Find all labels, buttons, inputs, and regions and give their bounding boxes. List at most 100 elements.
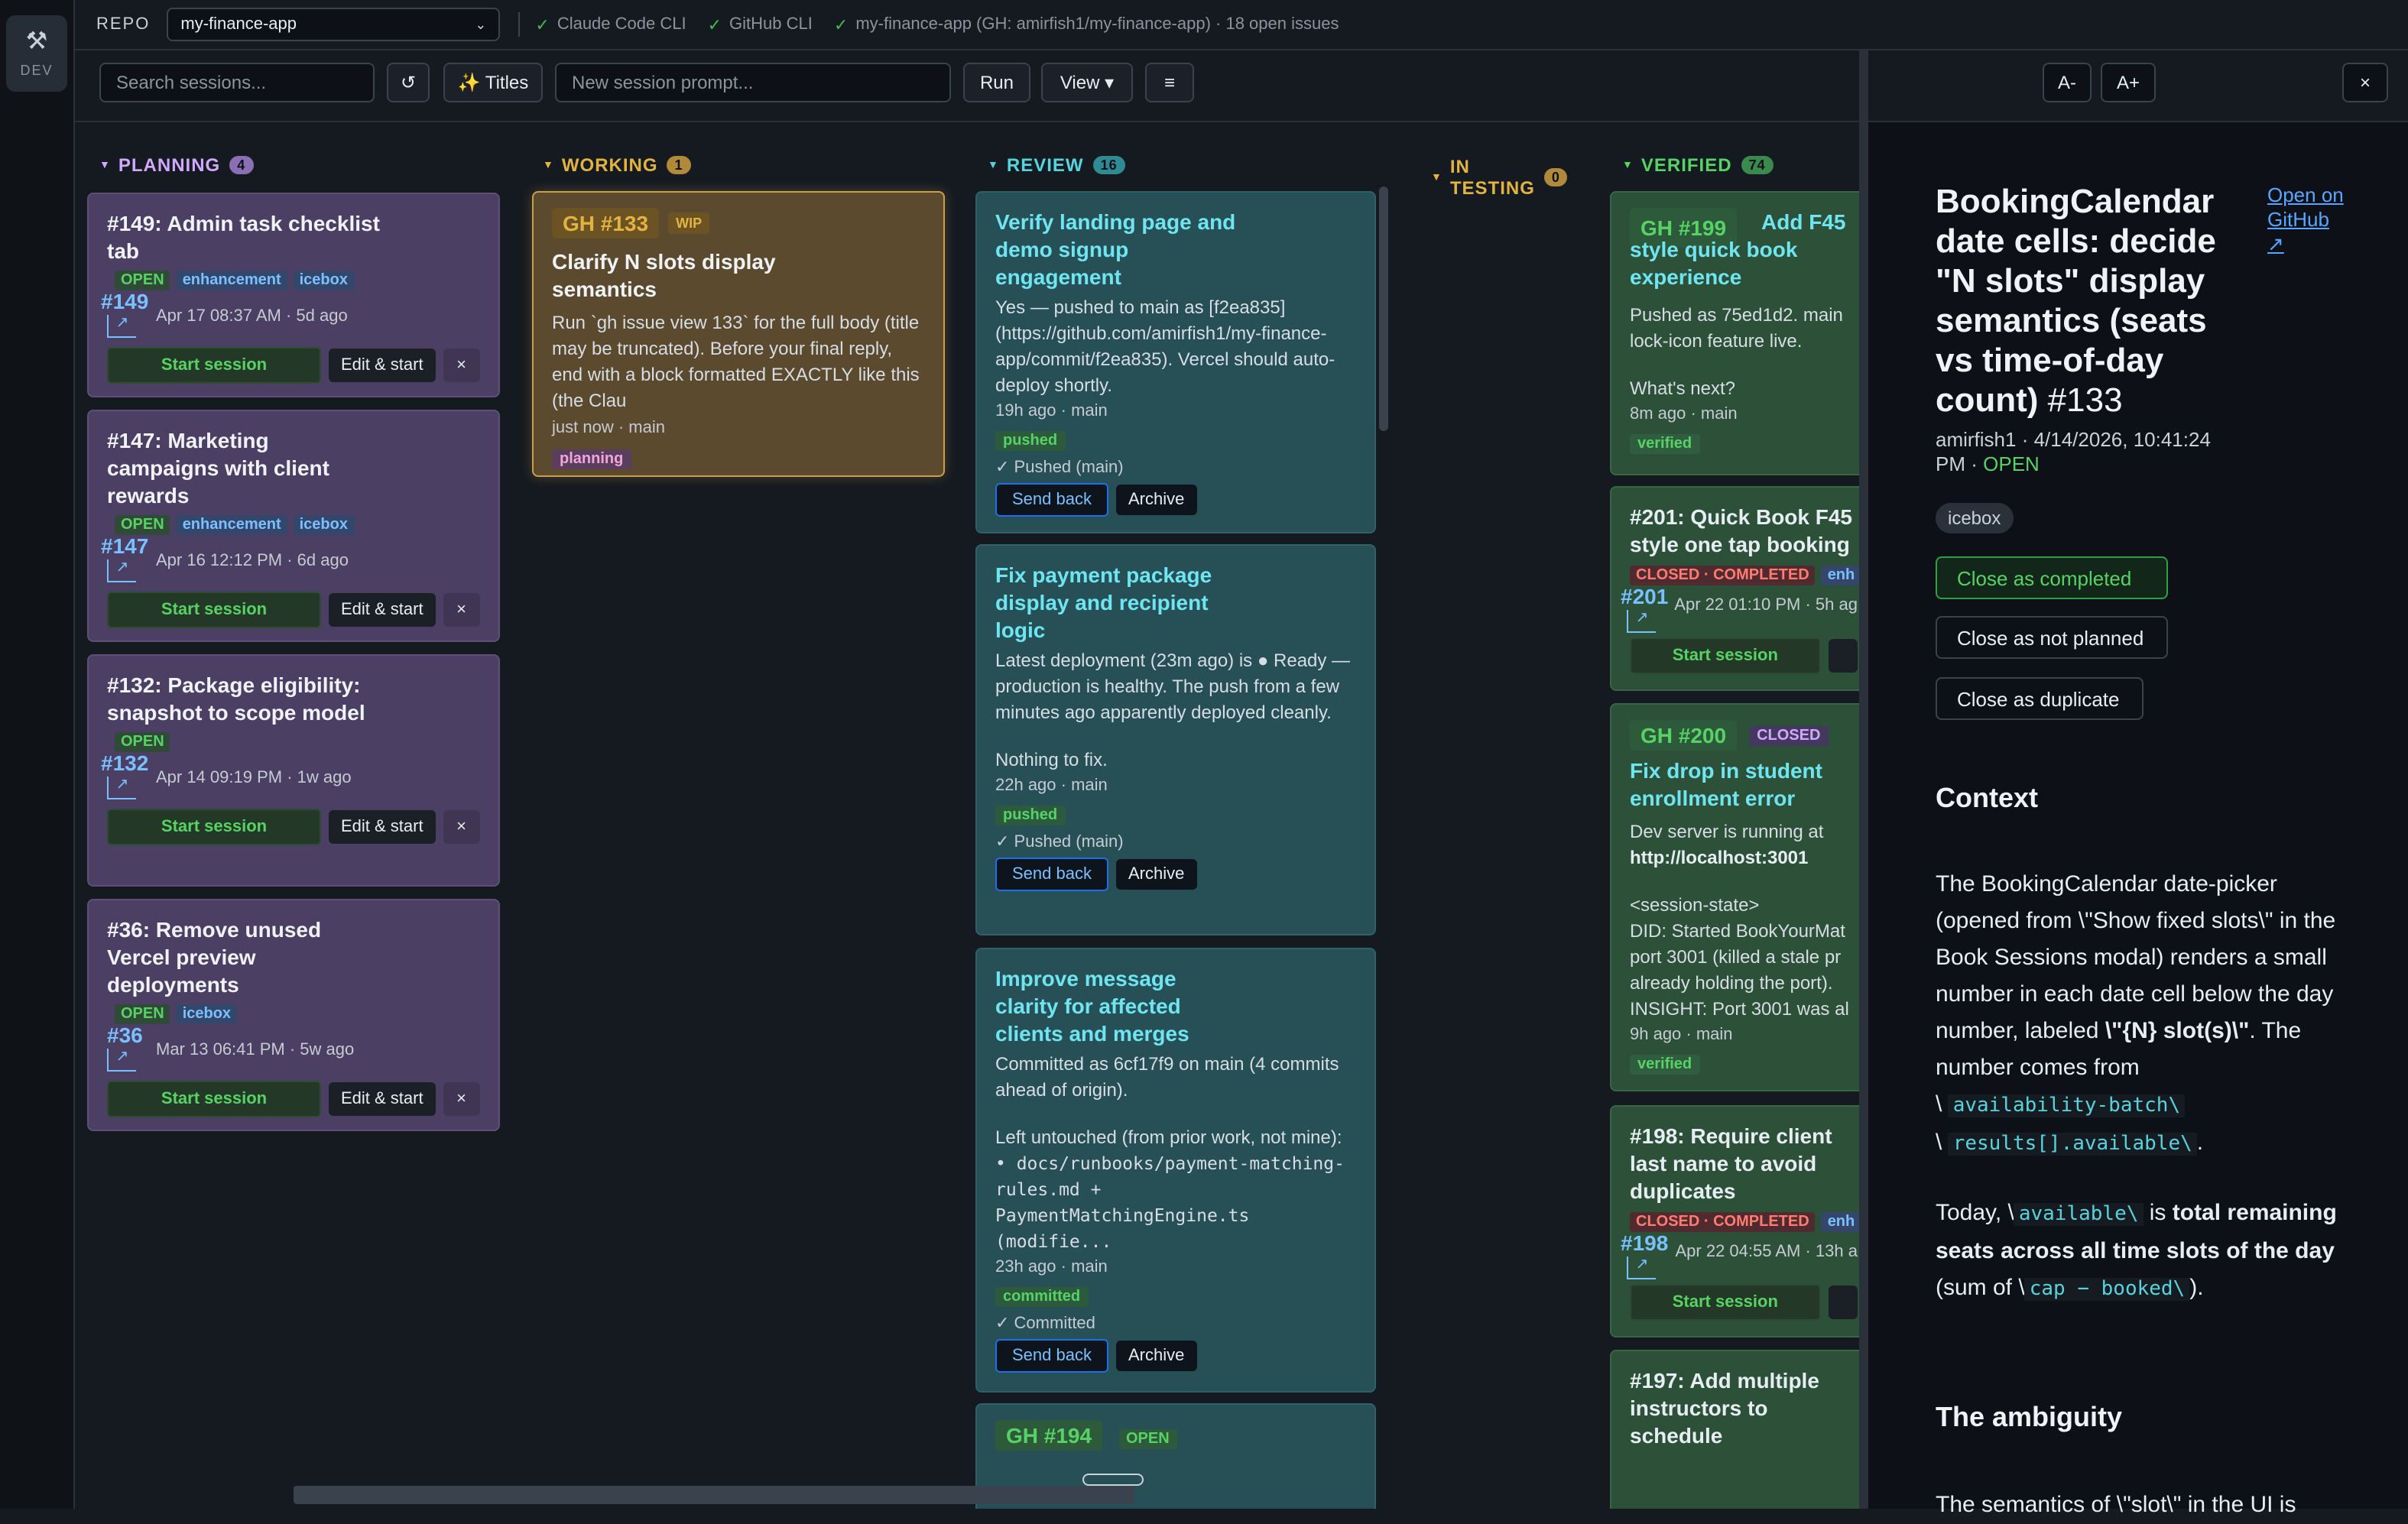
send-back-button[interactable]: Send back (995, 858, 1108, 891)
new-session-prompt-input[interactable]: New session prompt... (555, 63, 951, 102)
close-panel-button[interactable]: × (2342, 63, 2388, 102)
card-title: #149: Admin task checklist tab (107, 211, 380, 263)
column-header-verified[interactable]: ▼ VERIFIED 74 (1622, 154, 1774, 176)
start-session-button[interactable]: Start session (107, 809, 321, 845)
review-card[interactable]: Verify landing page and demo signup enga… (975, 191, 1376, 533)
external-link-icon[interactable]: ↗ (107, 315, 136, 338)
planning-card[interactable]: #147: Marketing campaigns with client re… (87, 410, 500, 642)
issue-number-link[interactable]: #36 (107, 1024, 156, 1046)
panel-resize-handle[interactable] (1859, 50, 1867, 1509)
archive-button[interactable]: Archive (1115, 485, 1197, 515)
collapse-icon: ▼ (1622, 160, 1634, 170)
search-input[interactable]: Search sessions... (99, 63, 375, 102)
close-icon[interactable]: × (443, 349, 480, 382)
verified-card[interactable]: GH #199 Add F45 style quick book experie… (1610, 191, 1859, 475)
start-session-button[interactable]: Start session (107, 1081, 321, 1117)
planning-card[interactable]: #36: Remove unused Vercel preview deploy… (87, 899, 500, 1131)
ambiguity-paragraph: The semantics of \"slot\" in the UI is (1936, 1492, 2296, 1518)
view-dropdown[interactable]: View ▾ (1041, 63, 1133, 102)
inline-code: available\ (2014, 1203, 2144, 1226)
verified-card[interactable]: #201: Quick Book F45 style one tap booki… (1610, 486, 1859, 691)
card-meta: 22h ago · main (995, 777, 1108, 795)
edit-start-button[interactable] (1828, 1286, 1858, 1319)
card-title: Verify landing page and demo signup enga… (995, 209, 1236, 289)
issue-number-link[interactable]: #201 (1621, 585, 1674, 607)
refresh-button[interactable]: ↺ (387, 63, 430, 102)
start-session-button[interactable]: Start session (107, 347, 321, 384)
refresh-icon: ↺ (400, 72, 417, 93)
send-back-button[interactable]: Send back (995, 1339, 1108, 1373)
send-back-button[interactable]: Send back (995, 483, 1108, 517)
column-header-testing[interactable]: ▼ IN TESTING 0 (1431, 156, 1568, 199)
column-header-working[interactable]: ▼ WORKING 1 (543, 154, 691, 176)
start-session-button[interactable]: Start session (1630, 637, 1821, 674)
close-as-duplicate-button[interactable]: Close as duplicate (1936, 677, 2144, 720)
inline-code: cap − booked\ (2024, 1278, 2190, 1301)
review-card[interactable]: Fix payment package display and recipien… (975, 544, 1376, 935)
gh-issue-badge[interactable]: GH #200 (1630, 720, 1738, 751)
planning-card[interactable]: #132: Package eligibility: snapshot to s… (87, 654, 500, 887)
external-link-icon[interactable]: ↗ (107, 777, 136, 799)
label-chip-icebox[interactable]: icebox (1936, 503, 2014, 533)
close-as-completed-button[interactable]: Close as completed (1936, 556, 2168, 599)
external-link-icon[interactable]: ↗ (107, 1049, 136, 1072)
archive-button[interactable]: Archive (1115, 859, 1197, 890)
close-as-not-planned-button[interactable]: Close as not planned (1936, 616, 2168, 659)
verified-card[interactable]: GH #200 CLOSED Fix drop in student enrol… (1610, 703, 1859, 1091)
repo-select[interactable]: my-finance-app ⌄ (167, 8, 501, 41)
edit-start-button[interactable]: Edit & start (329, 593, 436, 627)
card-meta: Apr 22 04:55 AM · 13h a (1675, 1243, 1858, 1261)
issue-title: BookingCalendar date cells: decide "N sl… (1936, 182, 2241, 420)
external-link-icon[interactable]: ↗ (1627, 610, 1656, 633)
edit-start-button[interactable] (1828, 639, 1858, 673)
titles-button[interactable]: ✨ Titles (443, 63, 543, 102)
top-bar: REPO my-finance-app ⌄ ✓ Claude Code CLI ✓… (75, 0, 2408, 50)
start-session-button[interactable]: Start session (1630, 1284, 1821, 1321)
titles-label: ✨ Titles (457, 72, 529, 93)
font-increase-button[interactable]: A+ (2101, 63, 2156, 102)
working-card[interactable]: GH #133 WIP Clarify N slots display sema… (532, 191, 945, 477)
drag-handle[interactable] (1082, 1474, 1144, 1486)
issue-number-link[interactable]: #198 (1621, 1232, 1676, 1253)
menu-button[interactable]: ≡ (1145, 63, 1194, 102)
dev-label: DEV (20, 62, 54, 77)
dev-tools-button[interactable]: ⚒ DEV (6, 15, 67, 92)
board-horizontal-scrollbar[interactable] (294, 1486, 1134, 1504)
closed-badge: CLOSED (1749, 725, 1829, 745)
font-decrease-button[interactable]: A- (2043, 63, 2092, 102)
start-session-button[interactable]: Start session (107, 592, 321, 628)
column-header-review[interactable]: ▼ REVIEW 16 (988, 154, 1125, 176)
open-on-github-link[interactable]: Open on GitHub ↗ (2267, 183, 2344, 257)
card-title: #132: Package eligibility: snapshot to s… (107, 673, 365, 725)
issue-meta: amirfish1 · 4/14/2026, 10:41:24 PM · OPE… (1936, 428, 2241, 477)
close-icon[interactable]: × (443, 810, 480, 844)
tag-icebox: icebox (293, 271, 354, 290)
external-link-icon[interactable]: ↗ (1627, 1256, 1656, 1279)
verified-card[interactable]: #198: Require client last name to avoid … (1610, 1105, 1859, 1338)
planning-card[interactable]: #149: Admin task checklist tab OPEN enha… (87, 193, 500, 397)
edit-start-button[interactable]: Edit & start (329, 349, 436, 382)
close-icon[interactable]: × (443, 1082, 480, 1116)
verified-card[interactable]: #197: Add multiple instructors to schedu… (1610, 1350, 1859, 1509)
issue-number-link[interactable]: #147 (101, 535, 156, 556)
edit-start-button[interactable]: Edit & start (329, 810, 436, 844)
issue-number-link[interactable]: #132 (101, 752, 156, 773)
external-link-icon[interactable]: ↗ (107, 559, 136, 582)
wip-badge: WIP (668, 212, 710, 234)
close-icon[interactable]: × (443, 593, 480, 627)
gh-issue-badge[interactable]: GH #194 (995, 1420, 1103, 1451)
review-card[interactable]: Improve message clarity for affected cli… (975, 948, 1376, 1393)
card-title: Add F45 style quick book experience (1630, 209, 1846, 289)
gh-issue-badge[interactable]: GH #133 (552, 208, 660, 238)
edit-start-button[interactable]: Edit & start (329, 1082, 436, 1116)
column-scrollbar[interactable] (1379, 186, 1388, 431)
text: ). (2189, 1275, 2204, 1301)
prompt-placeholder: New session prompt... (572, 72, 754, 93)
card-meta: Apr 22 01:10 PM · 5h ag (1674, 596, 1858, 614)
archive-button[interactable]: Archive (1115, 1341, 1197, 1371)
tag-enhancement: enhancement (176, 271, 287, 290)
tag-icebox: icebox (176, 1004, 238, 1024)
column-header-planning[interactable]: ▼ PLANNING 4 (99, 154, 254, 176)
run-button[interactable]: Run (963, 63, 1030, 102)
issue-number-link[interactable]: #149 (101, 290, 156, 312)
